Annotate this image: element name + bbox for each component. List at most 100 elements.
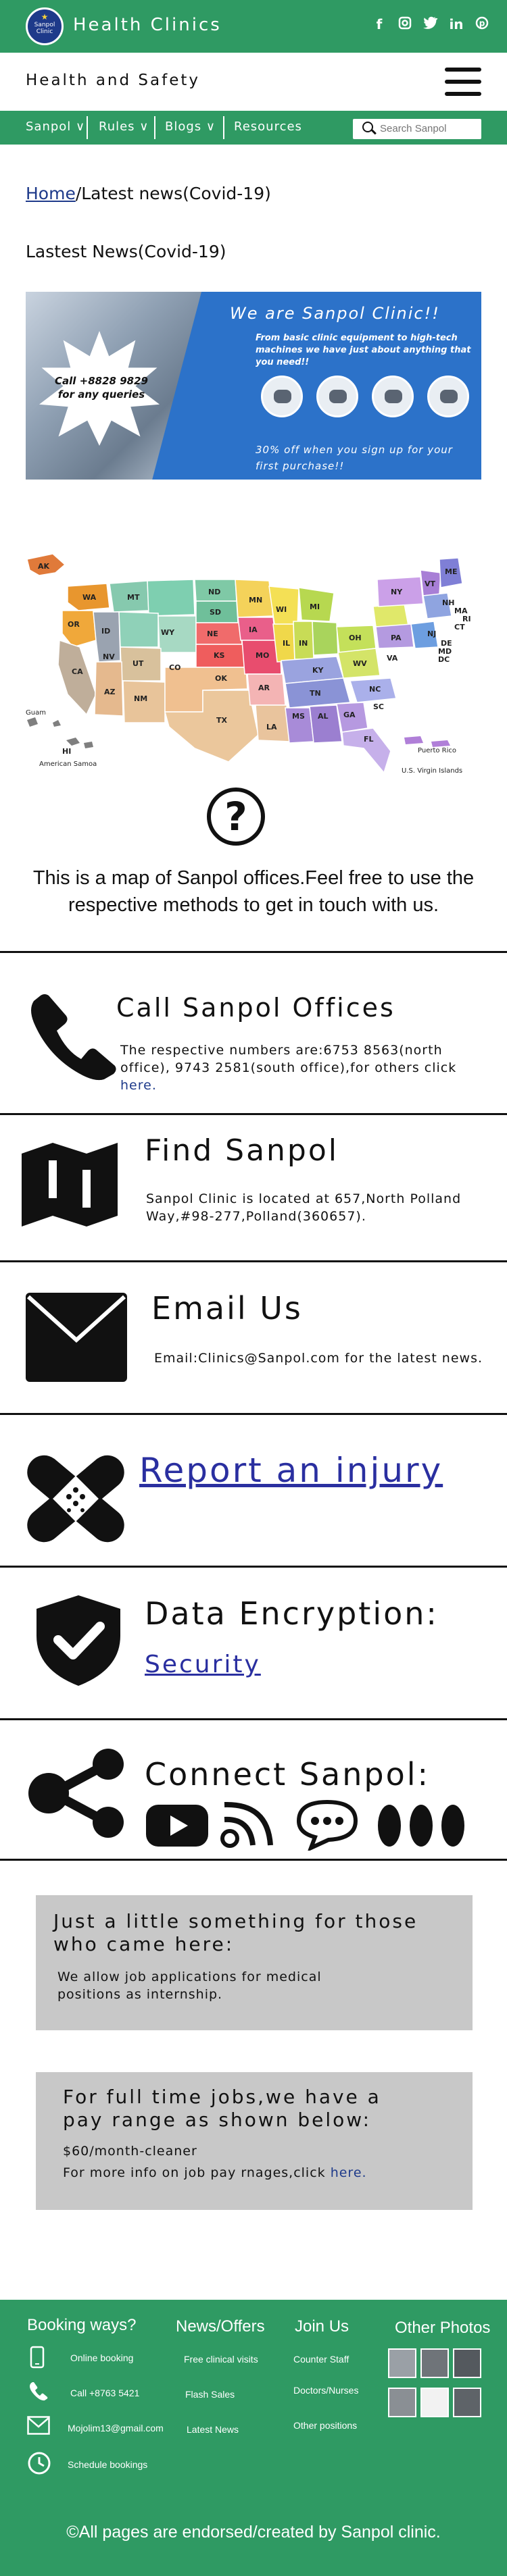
call-heading: Call Sanpol Offices: [116, 993, 395, 1023]
nav-item-rules[interactable]: Rules ∨: [99, 120, 149, 134]
state-label: SD: [210, 608, 221, 617]
state-label: NH: [442, 598, 454, 607]
promo-banner[interactable]: Call +8828 9829 for any queries We are S…: [26, 292, 481, 480]
equipment-thumb: [261, 376, 303, 417]
footer-other-positions[interactable]: Other positions: [293, 2420, 357, 2431]
state-label: MN: [249, 596, 262, 604]
footer-online-booking[interactable]: Online booking: [70, 2352, 133, 2363]
pinterest-icon[interactable]: p: [475, 16, 489, 33]
state-label: ND: [208, 588, 220, 596]
nav-item-resources[interactable]: Resources: [234, 120, 302, 134]
us-offices-map[interactable]: AK WA MT ND MN OR ID SD WI MI NY VT NH M…: [26, 546, 481, 775]
divider: [0, 1113, 507, 1115]
state-label: OK: [215, 674, 227, 683]
state-label: WA: [82, 593, 97, 602]
state-label: MO: [256, 651, 269, 660]
state-label: VA: [387, 654, 398, 663]
state-label: ID: [101, 627, 110, 636]
nav-divider: [154, 116, 155, 139]
territory-label: Guam: [26, 709, 46, 717]
report-injury-link[interactable]: Report an injury: [139, 1451, 443, 1490]
banner-discount: 30% off when you sign up for your first …: [256, 444, 453, 472]
gallery-thumb[interactable]: [453, 2348, 481, 2378]
call-more-link[interactable]: here.: [120, 1078, 157, 1093]
state-label: CO: [169, 663, 180, 672]
facebook-icon[interactable]: f: [372, 16, 387, 33]
state-label: MS: [292, 712, 305, 721]
linkedin-icon[interactable]: in: [449, 16, 464, 33]
state-label: NV: [103, 652, 115, 661]
footer-email[interactable]: Mojolim13@gmail.com: [68, 2423, 164, 2433]
connect-heading: Connect Sanpol:: [145, 1756, 430, 1793]
jobs-heading: Just a little something for those who ca…: [53, 1910, 418, 1955]
gallery-thumb[interactable]: [420, 2348, 449, 2378]
hamburger-menu-icon[interactable]: [445, 68, 481, 96]
footer-news-heading: News/Offers: [176, 2317, 265, 2336]
divider: [0, 1566, 507, 1568]
state-label: NE: [207, 629, 218, 638]
footer-call[interactable]: Call +8763 5421: [70, 2388, 139, 2398]
state-label: FL: [364, 735, 374, 744]
state-label: NM: [134, 694, 147, 703]
state-label: CA: [72, 667, 83, 676]
find-address: Sanpol Clinic is located at 657,North Po…: [146, 1191, 462, 1224]
state-label: OH: [349, 634, 362, 642]
email-icon: [27, 2416, 50, 2435]
phone-icon: [31, 994, 116, 1081]
state-label: AK: [38, 562, 50, 571]
footer-doctors[interactable]: Doctors/Nurses: [293, 2385, 358, 2396]
banner-call-text: Call +8828 9829 for any queries: [55, 375, 148, 401]
gallery-thumb[interactable]: [388, 2388, 416, 2417]
twitter-icon[interactable]: [423, 16, 438, 33]
state-label: CT: [454, 623, 465, 632]
state-label: AL: [318, 712, 329, 721]
clinic-logo[interactable]: ★ Sanpol Clinic: [26, 7, 64, 45]
logo-star-icon: ★: [41, 12, 49, 22]
territory-label: American Samoa: [39, 761, 97, 768]
search-input[interactable]: [380, 123, 475, 134]
footer-schedule[interactable]: Schedule bookings: [68, 2459, 147, 2470]
gallery-thumb[interactable]: [388, 2348, 416, 2378]
more-dots-icon[interactable]: [376, 1802, 466, 1849]
territory-label: U.S. Virgin Islands: [402, 767, 462, 775]
search-box[interactable]: [353, 119, 481, 139]
state-label: WI: [276, 605, 287, 614]
state-label: AZ: [104, 688, 116, 696]
footer-join-heading: Join Us: [295, 2317, 349, 2336]
footer-flash-sales[interactable]: Flash Sales: [185, 2389, 235, 2400]
state-label: IL: [283, 639, 290, 648]
rss-icon[interactable]: [220, 1801, 283, 1848]
instagram-icon[interactable]: [397, 16, 412, 33]
pay-range-block: For full time jobs,we have a pay range a…: [36, 2072, 473, 2210]
nav-bar: Sanpol ∨ Rules ∨ Blogs ∨ Resources: [0, 111, 507, 145]
divider: [0, 1260, 507, 1262]
state-label: NY: [391, 588, 403, 596]
email-heading: Email Us: [151, 1290, 303, 1326]
chat-bubble-icon[interactable]: [296, 1799, 358, 1851]
search-icon[interactable]: [362, 122, 373, 132]
state-label: MI: [310, 602, 320, 611]
state-label: NC: [369, 685, 381, 694]
security-link[interactable]: Security: [145, 1651, 261, 1678]
gallery-thumb[interactable]: [453, 2388, 481, 2417]
footer-photos-heading: Other Photos: [395, 2319, 491, 2337]
nav-divider: [87, 116, 88, 139]
youtube-icon[interactable]: [146, 1805, 208, 1847]
brand-title: Health Clinics: [73, 15, 222, 35]
nav-item-sanpol[interactable]: Sanpol ∨: [26, 120, 85, 134]
equipment-thumb: [427, 376, 469, 417]
map-icon: [22, 1143, 118, 1227]
divider: [0, 1718, 507, 1720]
state-label: NJ: [427, 629, 436, 638]
breadcrumb-home-link[interactable]: Home: [26, 184, 76, 203]
footer-latest-news[interactable]: Latest News: [187, 2424, 239, 2435]
footer-free-visits[interactable]: Free clinical visits: [184, 2354, 258, 2365]
logo-text: Sanpol Clinic: [34, 22, 55, 35]
gallery-thumb[interactable]: [420, 2388, 449, 2417]
state-label: ME: [445, 567, 457, 576]
nav-item-blogs[interactable]: Blogs ∨: [165, 120, 216, 134]
state-label: GA: [343, 711, 356, 719]
pay-more-link[interactable]: here.: [331, 2165, 367, 2180]
footer-counter-staff[interactable]: Counter Staff: [293, 2354, 349, 2365]
shield-check-icon: [37, 1595, 120, 1686]
